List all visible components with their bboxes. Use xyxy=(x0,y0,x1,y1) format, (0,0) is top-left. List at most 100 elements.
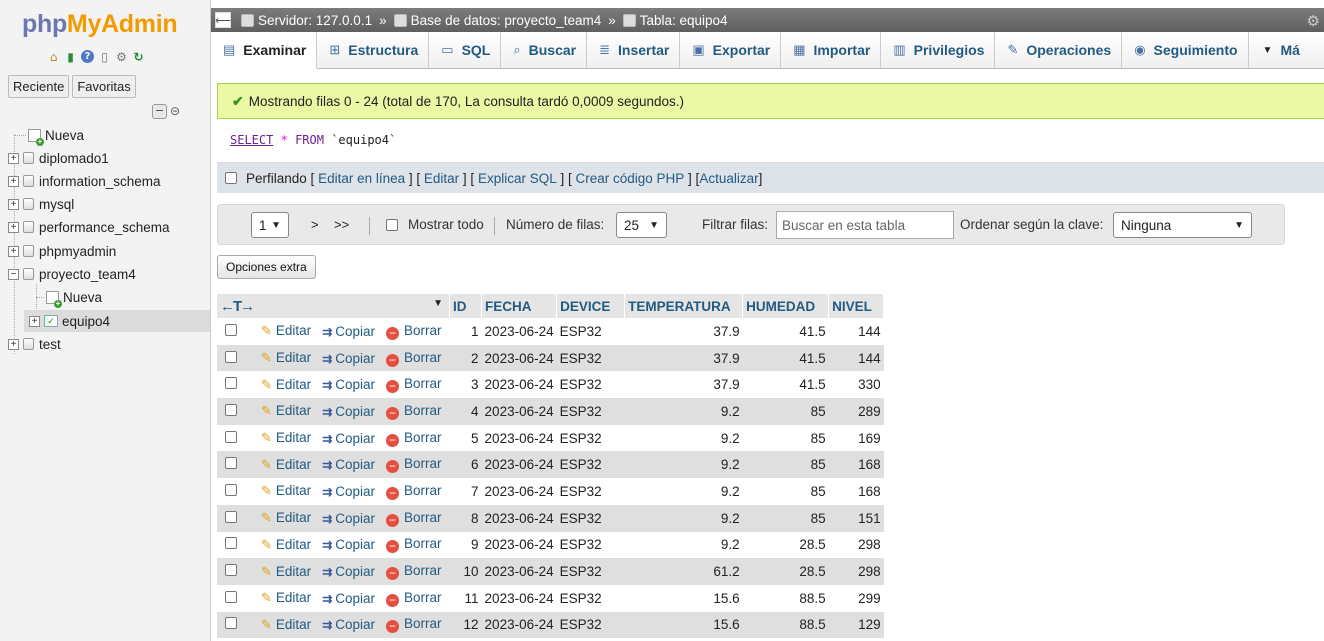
expand-icon[interactable]: + xyxy=(8,152,19,164)
row-checkbox[interactable] xyxy=(225,430,237,443)
cell-device[interactable]: ESP32 xyxy=(556,611,625,639)
delete-action[interactable]: − Borrar xyxy=(383,318,450,345)
cell-nivel[interactable]: 144 xyxy=(828,318,884,345)
row-checkbox[interactable] xyxy=(225,617,237,630)
tree-item-proyecto-team4[interactable]: − proyecto_team4 xyxy=(8,263,136,285)
cell-id[interactable]: 7 xyxy=(449,478,482,505)
cell-nivel[interactable]: 289 xyxy=(828,398,884,425)
create-php-code-link[interactable]: Crear código PHP xyxy=(575,171,684,186)
show-all-checkbox[interactable] xyxy=(386,219,398,231)
cell-humedad[interactable]: 41.5 xyxy=(742,318,829,345)
edit-action[interactable]: ✎ Editar xyxy=(258,371,320,399)
tab-importar[interactable]: ▦ Importar xyxy=(781,32,882,68)
tab-estructura[interactable]: ⊞ Estructura xyxy=(317,32,430,68)
cell-id[interactable]: 10 xyxy=(449,558,482,585)
tab-insertar[interactable]: ≣ Insertar xyxy=(587,32,681,68)
cell-id[interactable]: 3 xyxy=(449,371,482,399)
inline-edit-link[interactable]: Editar en línea xyxy=(318,171,405,186)
tree-item-new[interactable]: Nueva xyxy=(14,124,84,146)
cell-humedad[interactable]: 85 xyxy=(742,398,829,425)
cell-device[interactable]: ESP32 xyxy=(556,451,625,479)
column-header-id[interactable]: ID xyxy=(449,294,483,318)
cell-humedad[interactable]: 85 xyxy=(742,451,829,479)
copy-action[interactable]: ⇉ Copiar xyxy=(319,478,384,505)
tab-operaciones[interactable]: ✎ Operaciones xyxy=(995,32,1123,68)
expand-icon[interactable]: + xyxy=(8,175,19,187)
cell-fecha[interactable]: 2023-06-24 xyxy=(481,344,557,372)
cell-fecha[interactable]: 2023-06-24 xyxy=(481,531,557,559)
breadcrumb-table[interactable]: Tabla: equipo4 xyxy=(622,13,728,28)
column-header-nivel[interactable]: NIVEL xyxy=(828,294,885,318)
last-page-button[interactable]: >> xyxy=(334,217,349,232)
cell-temperatura[interactable]: 9.2 xyxy=(624,531,743,559)
page-select[interactable]: 1 ▼ xyxy=(251,212,289,238)
cell-fecha[interactable]: 2023-06-24 xyxy=(481,424,557,452)
tab-examinar[interactable]: ▤ Examinar xyxy=(211,32,318,69)
row-checkbox[interactable] xyxy=(225,590,237,603)
cell-humedad[interactable]: 85 xyxy=(742,504,829,532)
cell-temperatura[interactable]: 37.9 xyxy=(624,371,743,399)
cell-nivel[interactable]: 299 xyxy=(828,584,884,612)
phpmyadmin-logo[interactable]: phpMyAdmin xyxy=(22,10,178,39)
tree-item-diplomado1[interactable]: + diplomado1 xyxy=(8,147,109,169)
edit-action[interactable]: ✎ Editar xyxy=(258,424,320,452)
cell-fecha[interactable]: 2023-06-24 xyxy=(481,504,557,532)
cell-nivel[interactable]: 298 xyxy=(828,558,884,585)
cell-device[interactable]: ESP32 xyxy=(556,558,625,585)
cell-id[interactable]: 2 xyxy=(449,344,482,372)
edit-action[interactable]: ✎ Editar xyxy=(258,451,320,479)
explain-sql-link[interactable]: Explicar SQL xyxy=(478,171,557,186)
documentation-icon[interactable]: ▯ xyxy=(97,49,112,64)
copy-action[interactable]: ⇉ Copiar xyxy=(319,424,384,452)
collapse-sidebar-arrow-icon[interactable]: ⟵ xyxy=(215,12,231,28)
reload-icon[interactable]: ↻ xyxy=(131,49,146,64)
cell-temperatura[interactable]: 9.2 xyxy=(624,398,743,425)
cell-fecha[interactable]: 2023-06-24 xyxy=(481,318,557,345)
delete-action[interactable]: − Borrar xyxy=(383,424,450,452)
row-checkbox[interactable] xyxy=(225,537,237,550)
link-with-main-icon[interactable]: ⊝ xyxy=(170,104,180,119)
delete-action[interactable]: − Borrar xyxy=(383,478,450,505)
tab-sql[interactable]: ▭ SQL xyxy=(429,32,502,68)
delete-action[interactable]: − Borrar xyxy=(383,344,450,372)
column-header-fecha[interactable]: FECHA xyxy=(481,294,558,318)
delete-action[interactable]: − Borrar xyxy=(383,371,450,399)
profiling-checkbox[interactable] xyxy=(225,172,237,184)
cell-temperatura[interactable]: 61.2 xyxy=(624,558,743,585)
row-checkbox[interactable] xyxy=(225,483,237,496)
column-arrows-icon[interactable]: ←T→ xyxy=(220,298,255,315)
cell-nivel[interactable]: 298 xyxy=(828,531,884,559)
expand-icon[interactable]: + xyxy=(8,221,19,233)
sort-toggle-icon[interactable]: ▼ xyxy=(433,298,443,309)
cell-fecha[interactable]: 2023-06-24 xyxy=(481,478,557,505)
column-header-temperatura[interactable]: TEMPERATURA xyxy=(624,294,744,318)
page-settings-gear-icon[interactable]: ⚙ xyxy=(1307,12,1320,30)
edit-action[interactable]: ✎ Editar xyxy=(258,344,320,372)
edit-action[interactable]: ✎ Editar xyxy=(258,504,320,532)
tree-item-equipo4[interactable]: + ✓ equipo4 xyxy=(24,310,210,332)
copy-action[interactable]: ⇉ Copiar xyxy=(319,318,384,345)
cell-humedad[interactable]: 28.5 xyxy=(742,531,829,559)
tab-more[interactable]: ▼ Má xyxy=(1249,32,1310,68)
row-checkbox[interactable] xyxy=(225,403,237,416)
cell-device[interactable]: ESP32 xyxy=(556,371,625,399)
expand-icon[interactable]: + xyxy=(8,338,19,350)
delete-action[interactable]: − Borrar xyxy=(383,558,450,585)
tree-item-phpmyadmin[interactable]: + phpmyadmin xyxy=(8,240,116,262)
edit-action[interactable]: ✎ Editar xyxy=(258,318,320,345)
copy-action[interactable]: ⇉ Copiar xyxy=(319,451,384,479)
settings-gear-icon[interactable]: ⚙ xyxy=(114,49,129,64)
cell-humedad[interactable]: 85 xyxy=(742,424,829,452)
cell-id[interactable]: 11 xyxy=(449,584,482,612)
cell-nivel[interactable]: 151 xyxy=(828,504,884,532)
expand-icon[interactable]: + xyxy=(8,245,19,257)
cell-id[interactable]: 12 xyxy=(449,611,482,639)
copy-action[interactable]: ⇉ Copiar xyxy=(319,344,384,372)
copy-action[interactable]: ⇉ Copiar xyxy=(319,611,384,639)
cell-temperatura[interactable]: 37.9 xyxy=(624,318,743,345)
row-checkbox[interactable] xyxy=(225,457,237,470)
delete-action[interactable]: − Borrar xyxy=(383,584,450,612)
cell-fecha[interactable]: 2023-06-24 xyxy=(481,584,557,612)
edit-link[interactable]: Editar xyxy=(424,171,459,186)
breadcrumb-server[interactable]: Servidor: 127.0.0.1 xyxy=(241,13,372,28)
